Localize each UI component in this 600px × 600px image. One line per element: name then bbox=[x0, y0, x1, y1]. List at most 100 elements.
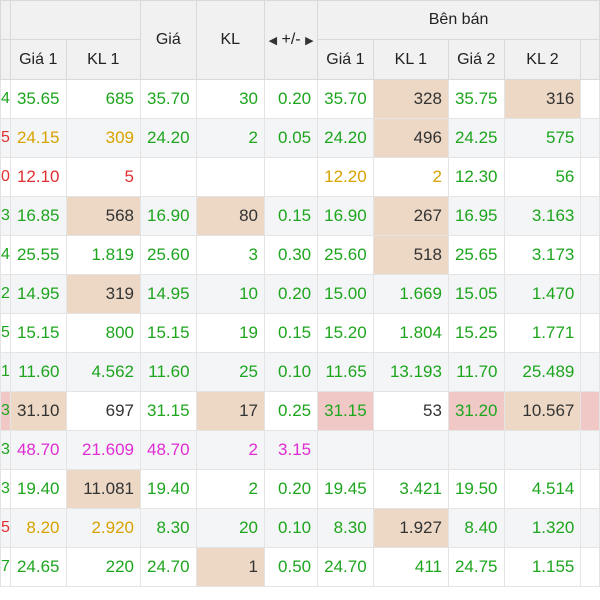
buy-price1-cell[interactable]: 12.10 bbox=[9, 157, 67, 197]
sell-price1-cell[interactable]: 31.15 bbox=[317, 391, 374, 431]
buy-volume1-cell[interactable]: 21.609 bbox=[65, 430, 142, 470]
sell-price2-cell[interactable]: 35.75 bbox=[447, 79, 505, 119]
buy-price1-cell[interactable]: 35.65 bbox=[9, 79, 67, 119]
table-row[interactable]: 5 15.15 800 15.15 19 0.15 15.20 1.804 15… bbox=[0, 313, 600, 353]
buy-volume1-cell[interactable]: 11.081 bbox=[65, 469, 142, 509]
sell-price2-cell[interactable]: 8.40 bbox=[447, 508, 505, 548]
table-row[interactable]: 4 25.55 1.819 25.60 3 0.30 25.60 518 25.… bbox=[0, 235, 600, 275]
sell-price2-cell[interactable]: 25.65 bbox=[447, 235, 505, 275]
header-sell-price2[interactable]: Giá 2 bbox=[447, 39, 505, 80]
table-row[interactable]: 2 14.95 319 14.95 10 0.20 15.00 1.669 15… bbox=[0, 274, 600, 314]
sell-volume2-cell[interactable] bbox=[503, 430, 582, 470]
buy-volume1-cell[interactable]: 5 bbox=[65, 157, 142, 197]
change-cell[interactable]: 0.15 bbox=[263, 196, 319, 236]
table-row[interactable]: 1 11.60 4.562 11.60 25 0.10 11.65 13.193… bbox=[0, 352, 600, 392]
table-row[interactable]: 5 24.15 309 24.20 2 0.05 24.20 496 24.25… bbox=[0, 118, 600, 158]
sell-price1-cell[interactable]: 15.20 bbox=[317, 313, 374, 353]
match-price-cell[interactable]: 11.60 bbox=[140, 352, 197, 392]
sell-volume1-cell[interactable] bbox=[372, 430, 449, 470]
buy-price1-cell[interactable]: 31.10 bbox=[9, 391, 67, 431]
table-row[interactable]: 3 31.10 697 31.15 17 0.25 31.15 53 31.20… bbox=[0, 391, 600, 431]
table-row[interactable]: 3 19.40 11.081 19.40 2 0.20 19.45 3.421 … bbox=[0, 469, 600, 509]
table-row[interactable]: 0 12.10 5 12.20 2 12.30 56 bbox=[0, 157, 600, 197]
buy-price1-cell[interactable]: 16.85 bbox=[9, 196, 67, 236]
match-volume-cell[interactable]: 2 bbox=[195, 118, 265, 158]
sell-price2-cell[interactable]: 31.20 bbox=[447, 391, 505, 431]
buy-volume1-cell[interactable]: 697 bbox=[65, 391, 142, 431]
sell-price1-cell[interactable]: 11.65 bbox=[317, 352, 374, 392]
buy-price1-cell[interactable]: 19.40 bbox=[9, 469, 67, 509]
sell-price1-cell[interactable]: 24.70 bbox=[317, 547, 374, 587]
buy-volume1-cell[interactable]: 309 bbox=[65, 118, 142, 158]
sell-price2-cell[interactable]: 12.30 bbox=[447, 157, 505, 197]
change-cell[interactable]: 3.15 bbox=[263, 430, 319, 470]
match-price-cell[interactable]: 8.30 bbox=[140, 508, 197, 548]
header-match-volume[interactable]: KL bbox=[195, 0, 265, 80]
match-price-cell[interactable]: 19.40 bbox=[140, 469, 197, 509]
change-cell[interactable]: 0.25 bbox=[263, 391, 319, 431]
sell-price1-cell[interactable]: 15.00 bbox=[317, 274, 374, 314]
sell-price1-cell[interactable]: 19.45 bbox=[317, 469, 374, 509]
sell-volume1-cell[interactable]: 496 bbox=[372, 118, 449, 158]
sell-volume1-cell[interactable]: 13.193 bbox=[372, 352, 449, 392]
caret-right-icon[interactable]: ▶ bbox=[305, 35, 313, 47]
sell-price1-cell[interactable]: 24.20 bbox=[317, 118, 374, 158]
match-volume-cell[interactable]: 3 bbox=[195, 235, 265, 275]
match-volume-cell[interactable]: 19 bbox=[195, 313, 265, 353]
table-row[interactable]: 3 48.70 21.609 48.70 2 3.15 bbox=[0, 430, 600, 470]
sell-price2-cell[interactable]: 11.70 bbox=[447, 352, 505, 392]
table-row[interactable]: 3 16.85 568 16.90 80 0.15 16.90 267 16.9… bbox=[0, 196, 600, 236]
sell-volume2-cell[interactable]: 3.173 bbox=[503, 235, 582, 275]
buy-price1-cell[interactable]: 15.15 bbox=[9, 313, 67, 353]
sell-volume1-cell[interactable]: 3.421 bbox=[372, 469, 449, 509]
sell-price2-cell[interactable]: 15.05 bbox=[447, 274, 505, 314]
sell-price1-cell[interactable]: 25.60 bbox=[317, 235, 374, 275]
header-sell-price1[interactable]: Giá 1 bbox=[317, 39, 374, 80]
match-price-cell[interactable]: 48.70 bbox=[140, 430, 197, 470]
buy-price1-cell[interactable]: 25.55 bbox=[9, 235, 67, 275]
match-price-cell[interactable]: 16.90 bbox=[140, 196, 197, 236]
buy-price1-cell[interactable]: 24.65 bbox=[9, 547, 67, 587]
match-price-cell[interactable]: 31.15 bbox=[140, 391, 197, 431]
sell-price2-cell[interactable]: 24.75 bbox=[447, 547, 505, 587]
sell-volume1-cell[interactable]: 53 bbox=[372, 391, 449, 431]
sell-volume1-cell[interactable]: 267 bbox=[372, 196, 449, 236]
header-change[interactable]: ◀ +/- ▶ bbox=[263, 0, 319, 80]
match-volume-cell[interactable]: 10 bbox=[195, 274, 265, 314]
table-row[interactable]: 5 8.20 2.920 8.30 20 0.10 8.30 1.927 8.4… bbox=[0, 508, 600, 548]
match-price-cell[interactable]: 24.20 bbox=[140, 118, 197, 158]
header-buy-volume1[interactable]: KL 1 bbox=[65, 39, 142, 80]
match-volume-cell[interactable]: 2 bbox=[195, 430, 265, 470]
buy-price1-cell[interactable]: 24.15 bbox=[9, 118, 67, 158]
sell-volume1-cell[interactable]: 1.927 bbox=[372, 508, 449, 548]
change-cell[interactable]: 0.10 bbox=[263, 508, 319, 548]
change-cell[interactable]: 0.50 bbox=[263, 547, 319, 587]
match-volume-cell[interactable]: 25 bbox=[195, 352, 265, 392]
sell-price2-cell[interactable]: 24.25 bbox=[447, 118, 505, 158]
sell-price2-cell[interactable]: 16.95 bbox=[447, 196, 505, 236]
buy-price1-cell[interactable]: 48.70 bbox=[9, 430, 67, 470]
change-cell[interactable]: 0.10 bbox=[263, 352, 319, 392]
match-price-cell[interactable] bbox=[140, 157, 197, 197]
sell-price1-cell[interactable]: 35.70 bbox=[317, 79, 374, 119]
buy-volume1-cell[interactable]: 319 bbox=[65, 274, 142, 314]
match-price-cell[interactable]: 15.15 bbox=[140, 313, 197, 353]
sell-volume1-cell[interactable]: 328 bbox=[372, 79, 449, 119]
sell-price1-cell[interactable]: 12.20 bbox=[317, 157, 374, 197]
table-row[interactable]: 7 24.65 220 24.70 1 0.50 24.70 411 24.75… bbox=[0, 547, 600, 587]
match-volume-cell[interactable]: 1 bbox=[195, 547, 265, 587]
table-row[interactable]: 4 35.65 685 35.70 30 0.20 35.70 328 35.7… bbox=[0, 79, 600, 119]
match-volume-cell[interactable] bbox=[195, 157, 265, 197]
match-price-cell[interactable]: 14.95 bbox=[140, 274, 197, 314]
buy-volume1-cell[interactable]: 220 bbox=[65, 547, 142, 587]
buy-volume1-cell[interactable]: 568 bbox=[65, 196, 142, 236]
sell-price1-cell[interactable]: 8.30 bbox=[317, 508, 374, 548]
match-volume-cell[interactable]: 80 bbox=[195, 196, 265, 236]
match-volume-cell[interactable]: 30 bbox=[195, 79, 265, 119]
change-cell[interactable]: 0.20 bbox=[263, 274, 319, 314]
buy-volume1-cell[interactable]: 685 bbox=[65, 79, 142, 119]
sell-volume1-cell[interactable]: 2 bbox=[372, 157, 449, 197]
match-volume-cell[interactable]: 20 bbox=[195, 508, 265, 548]
change-cell[interactable]: 0.30 bbox=[263, 235, 319, 275]
sell-volume2-cell[interactable]: 1.155 bbox=[503, 547, 582, 587]
